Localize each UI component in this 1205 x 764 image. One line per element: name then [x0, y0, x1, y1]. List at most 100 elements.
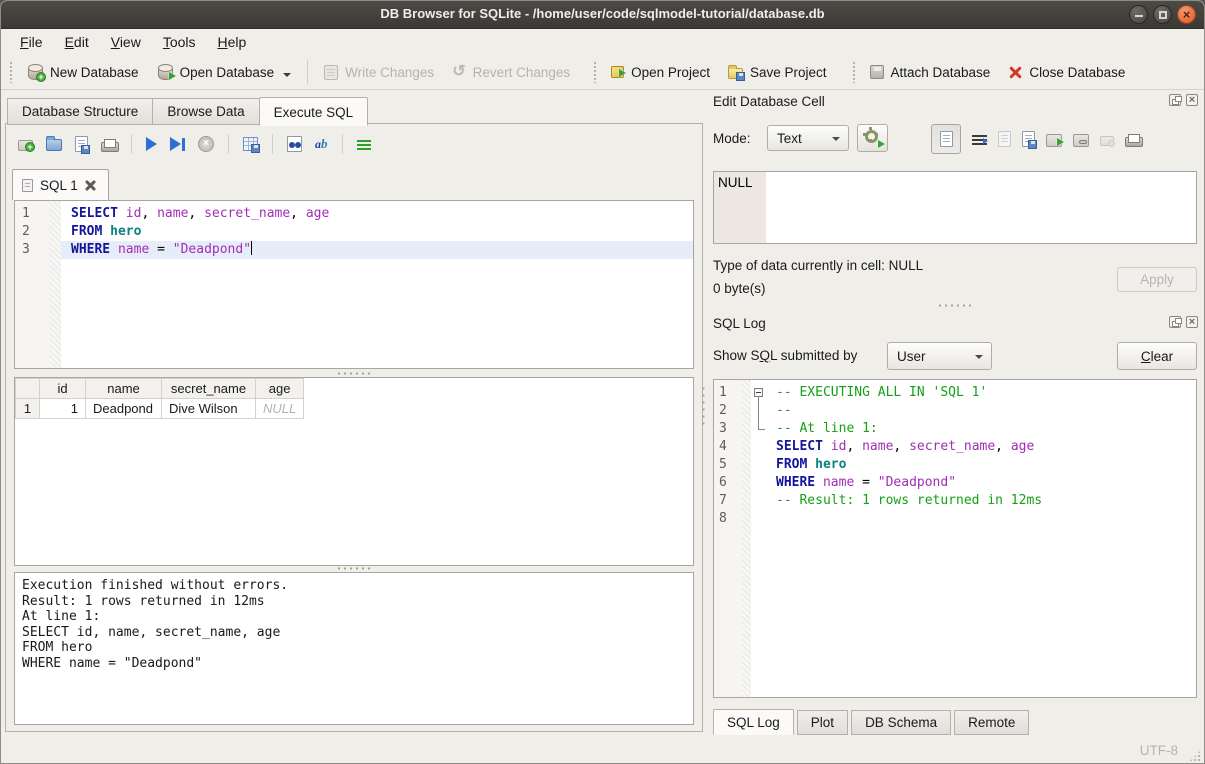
clear-log-button[interactable]: Clear — [1117, 342, 1197, 370]
execute-sql-button[interactable] — [146, 137, 157, 151]
minimize-icon — [1135, 15, 1143, 17]
encoding-indicator[interactable]: UTF-8 — [1140, 743, 1178, 758]
print-cell-button[interactable] — [1125, 134, 1141, 147]
sql-code-area[interactable]: SELECT id, name, secret_name, age FROM h… — [61, 201, 693, 368]
import-data-button[interactable] — [998, 131, 1011, 147]
log-code-area: -- EXECUTING ALL IN 'SQL 1' -- -- At lin… — [766, 380, 1196, 697]
execute-current-line-button[interactable] — [170, 137, 185, 151]
close-button[interactable]: × — [1177, 5, 1196, 24]
text-document-icon — [940, 131, 953, 147]
copy-link-button[interactable] — [1073, 134, 1089, 147]
log-line-numbers: 12 34 56 78 — [714, 380, 742, 697]
float-dock-icon[interactable] — [1169, 94, 1181, 106]
dock-tab-sql-log[interactable]: SQL Log — [713, 709, 794, 735]
column-header-age[interactable]: age — [256, 379, 304, 399]
maximize-button[interactable] — [1153, 5, 1172, 24]
mode-label: Mode: — [713, 131, 751, 146]
save-sql-file-button[interactable] — [75, 136, 88, 152]
minimize-button[interactable] — [1129, 5, 1148, 24]
cell-editor[interactable]: NULL — [713, 171, 1197, 244]
fold-collapse-icon[interactable] — [754, 388, 763, 397]
dock-tab-db-schema[interactable]: DB Schema — [851, 710, 951, 735]
dock-tab-remote[interactable]: Remote — [954, 710, 1029, 735]
auto-switch-mode-button[interactable] — [857, 124, 888, 152]
open-sql-file-button[interactable] — [46, 139, 62, 151]
column-header-secret-name[interactable]: secret_name — [162, 379, 256, 399]
main-toolbar: + New Database Open Database Write Chang… — [1, 55, 1204, 90]
splitter-vertical[interactable] — [701, 360, 706, 450]
print-button[interactable] — [101, 139, 117, 152]
sql-line: SELECT id, name, secret_name, age — [61, 205, 693, 223]
cell-age-null[interactable]: NULL — [256, 399, 304, 419]
arrow-icon — [878, 140, 885, 148]
column-header-id[interactable]: id — [40, 379, 86, 399]
chevron-down-icon — [832, 137, 840, 141]
window-title: DB Browser for SQLite - /home/user/code/… — [1, 6, 1204, 21]
close-sql-tab-icon[interactable] — [85, 180, 96, 191]
splitter-results-status[interactable] — [6, 566, 702, 571]
close-dock-icon[interactable] — [1186, 94, 1198, 106]
format-sql-icon[interactable] — [357, 139, 371, 152]
cell-secret-name[interactable]: Dive Wilson — [162, 399, 256, 419]
corner-header[interactable] — [16, 379, 40, 399]
float-dock-icon[interactable] — [1169, 316, 1181, 328]
word-wrap-icon[interactable] — [972, 134, 987, 147]
menu-file[interactable]: File — [9, 31, 54, 53]
write-changes-button[interactable]: Write Changes — [315, 60, 443, 85]
revert-changes-icon: ↺ — [452, 65, 465, 79]
menubar: File Edit View Tools Help — [1, 29, 1204, 55]
cell-id[interactable]: 1 — [40, 399, 86, 419]
new-database-button[interactable]: + New Database — [18, 59, 148, 85]
toolbar-drag-handle[interactable] — [852, 61, 857, 83]
menu-help[interactable]: Help — [207, 31, 258, 53]
splitter-editor-results[interactable] — [6, 371, 702, 376]
mode-combobox[interactable]: Text — [767, 125, 849, 151]
menu-tools[interactable]: Tools — [152, 31, 207, 53]
close-dock-icon[interactable] — [1186, 316, 1198, 328]
sql-editor-toolbar: + × ab — [18, 133, 371, 155]
new-sql-tab-button[interactable]: + — [18, 140, 33, 151]
splitter-cell-log[interactable] — [713, 303, 1197, 308]
stop-execution-button[interactable]: × — [198, 136, 214, 152]
save-project-button[interactable]: Save Project — [719, 60, 836, 85]
cell-name[interactable]: Deadpond — [86, 399, 162, 419]
tab-execute-sql[interactable]: Execute SQL — [259, 97, 369, 126]
close-database-button[interactable]: Close Database — [999, 60, 1134, 85]
menu-edit[interactable]: Edit — [54, 31, 100, 53]
open-project-button[interactable]: Open Project — [602, 60, 719, 85]
open-database-dropdown-icon[interactable] — [283, 73, 291, 77]
sql-file-tab[interactable]: SQL 1 — [12, 169, 109, 200]
open-database-button[interactable]: Open Database — [148, 59, 301, 85]
open-in-window-button[interactable] — [1046, 134, 1062, 147]
sql-editor[interactable]: 1 2 3 SELECT id, name, secret_name, age … — [14, 200, 694, 369]
revert-changes-button[interactable]: ↺ Revert Changes — [443, 60, 579, 85]
tab-database-structure[interactable]: Database Structure — [7, 98, 152, 125]
close-database-icon — [1008, 65, 1022, 79]
cell-type-info: Type of data currently in cell: NULL — [713, 258, 923, 273]
toolbar-drag-handle[interactable] — [593, 61, 598, 83]
find-icon[interactable] — [287, 136, 302, 152]
apply-button[interactable]: Apply — [1117, 267, 1197, 292]
sql-log-view[interactable]: 12 34 56 78 -- EXECUTING ALL IN 'SQL 1' … — [713, 379, 1197, 698]
attach-database-button[interactable]: Attach Database — [861, 60, 1000, 85]
titlebar[interactable]: DB Browser for SQLite - /home/user/code/… — [1, 1, 1204, 29]
execution-status-box[interactable]: Execution finished without errors.Result… — [14, 572, 694, 725]
column-header-name[interactable]: name — [86, 379, 162, 399]
toolbar-drag-handle[interactable] — [9, 61, 14, 83]
find-replace-icon[interactable]: ab — [315, 136, 328, 152]
text-mode-button[interactable] — [931, 124, 961, 154]
work-area: Database Structure Browse Data Execute S… — [1, 90, 1204, 736]
export-results-button[interactable] — [243, 137, 258, 151]
tab-browse-data[interactable]: Browse Data — [152, 98, 258, 125]
submitted-by-combobox[interactable]: User — [887, 342, 992, 370]
gear-icon — [865, 130, 878, 143]
fold-margin — [49, 201, 61, 368]
export-data-button[interactable] — [1022, 131, 1035, 147]
set-null-button[interactable] — [1100, 136, 1114, 146]
resize-grip-icon[interactable] — [1189, 750, 1201, 762]
log-line: -- — [766, 402, 1196, 420]
dock-tab-plot[interactable]: Plot — [797, 710, 848, 735]
open-project-icon — [611, 66, 624, 78]
row-header[interactable]: 1 — [16, 399, 40, 419]
menu-view[interactable]: View — [100, 31, 152, 53]
